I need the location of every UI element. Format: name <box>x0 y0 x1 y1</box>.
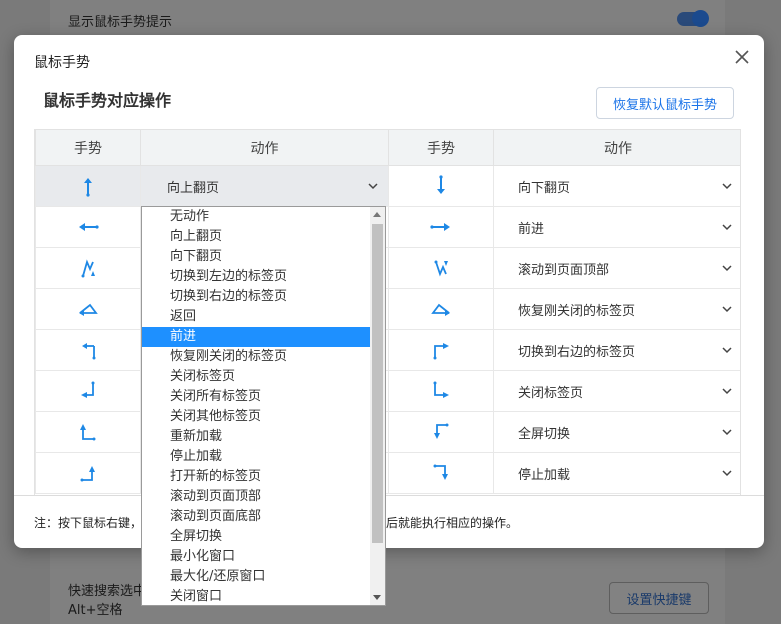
left-down-icon <box>35 329 141 371</box>
action-select-right-3[interactable]: 恢复刚关闭的标签页 <box>493 288 740 330</box>
action-select-right-0[interactable]: 向下翻页 <box>493 165 740 207</box>
chevron-down-icon <box>722 347 732 354</box>
setting-show-gesture-hint: 显示鼠标手势提示 <box>68 15 173 30</box>
down-up-icon <box>35 247 141 289</box>
restore-default-gestures-button[interactable]: 恢复默认鼠标手势 <box>596 87 734 119</box>
dropdown-option[interactable]: 停止加载 <box>142 447 370 467</box>
dropdown-option[interactable]: 关闭其他标签页 <box>142 407 370 427</box>
dropdown-option[interactable]: 重新加载 <box>142 427 370 447</box>
scroll-up-icon[interactable] <box>373 212 381 217</box>
dropdown-option[interactable]: 滚动到页面顶部 <box>142 487 370 507</box>
chevron-down-icon <box>368 183 378 190</box>
dropdown-option[interactable]: 关闭窗口 <box>142 587 370 607</box>
chevron-down-icon <box>722 429 732 436</box>
table-row: 向上翻页 向下翻页 <box>35 165 740 207</box>
left-down-turn-icon <box>388 411 494 453</box>
dialog-subtitle: 鼠标手势对应操作 <box>43 91 172 110</box>
scrollbar-thumb[interactable] <box>372 224 383 543</box>
gesture-hint-toggle[interactable] <box>677 10 709 27</box>
right-left-icon <box>35 288 141 330</box>
action-dropdown-list[interactable]: 无动作 向上翻页 向下翻页 切换到左边的标签页 切换到右边的标签页 返回 前进 恢复刚关闭的标… <box>141 206 386 606</box>
chevron-down-icon <box>722 183 732 190</box>
dropdown-scrollbar[interactable] <box>370 207 385 605</box>
chevron-down-icon <box>722 265 732 272</box>
dropdown-option[interactable]: 向上翻页 <box>142 227 370 247</box>
up-arrow-icon <box>35 165 141 207</box>
action-select-right-1[interactable]: 前进 <box>493 206 740 248</box>
dropdown-option[interactable]: 无动作 <box>142 207 370 227</box>
mouse-gesture-dialog: 鼠标手势 鼠标手势对应操作 恢复默认鼠标手势 手势 动作 手势 动作 向上翻页 <box>14 35 764 548</box>
action-select-right-2[interactable]: 滚动到页面顶部 <box>493 247 740 289</box>
down-right-icon <box>388 370 494 412</box>
dropdown-option[interactable]: 关闭所有标签页 <box>142 387 370 407</box>
up-right-icon <box>388 329 494 371</box>
dropdown-option[interactable]: 最大化/还原窗口 <box>142 567 370 587</box>
dropdown-option[interactable]: 滚动到页面底部 <box>142 507 370 527</box>
close-icon[interactable] <box>732 47 752 67</box>
dropdown-option[interactable]: 切换到右边的标签页 <box>142 287 370 307</box>
dropdown-option[interactable]: 全屏切换 <box>142 527 370 547</box>
header-gesture-left: 手势 <box>35 129 141 166</box>
up-right-turn-icon <box>35 411 141 453</box>
dropdown-option[interactable]: 前进 <box>142 327 370 347</box>
left-arrow-icon <box>35 206 141 248</box>
action-select-right-4[interactable]: 切换到右边的标签页 <box>493 329 740 371</box>
dialog-title: 鼠标手势 <box>34 55 90 71</box>
scroll-down-icon[interactable] <box>373 595 381 600</box>
up-down-icon <box>388 247 494 289</box>
divider <box>14 495 764 496</box>
down-left-icon <box>35 370 141 412</box>
setting-quick-search-shortcut: Alt+空格 <box>68 603 123 618</box>
setting-quick-search: 快速搜索选中 <box>68 584 147 599</box>
dropdown-option[interactable]: 向下翻页 <box>142 247 370 267</box>
left-right-icon <box>388 288 494 330</box>
set-shortcut-button[interactable]: 设置快捷键 <box>609 582 709 614</box>
action-select-right-7[interactable]: 停止加载 <box>493 452 740 494</box>
chevron-down-icon <box>722 224 732 231</box>
action-select-right-6[interactable]: 全屏切换 <box>493 411 740 453</box>
down-arrow-icon <box>388 165 494 207</box>
chevron-down-icon <box>722 470 732 477</box>
dropdown-option[interactable]: 关闭标签页 <box>142 367 370 387</box>
right-up-icon <box>35 452 141 494</box>
dropdown-option[interactable]: 返回 <box>142 307 370 327</box>
header-gesture-right: 手势 <box>388 129 494 166</box>
footer-note: 注：按下鼠标右键， <box>34 516 143 530</box>
action-select-right-5[interactable]: 关闭标签页 <box>493 370 740 412</box>
chevron-down-icon <box>722 306 732 313</box>
right-arrow-icon <box>388 206 494 248</box>
chevron-down-icon <box>722 388 732 395</box>
dropdown-option[interactable]: 恢复刚关闭的标签页 <box>142 347 370 367</box>
action-select-left-0[interactable]: 向上翻页 <box>140 165 389 207</box>
dropdown-option[interactable]: 最小化窗口 <box>142 547 370 567</box>
dropdown-option[interactable]: 切换到左边的标签页 <box>142 267 370 287</box>
dropdown-option[interactable]: 打开新的标签页 <box>142 467 370 487</box>
header-action-left: 动作 <box>140 129 389 166</box>
header-action-right: 动作 <box>493 129 740 166</box>
footer-note-end: 后就能执行相应的操作。 <box>386 516 519 530</box>
right-down-icon <box>388 452 494 494</box>
